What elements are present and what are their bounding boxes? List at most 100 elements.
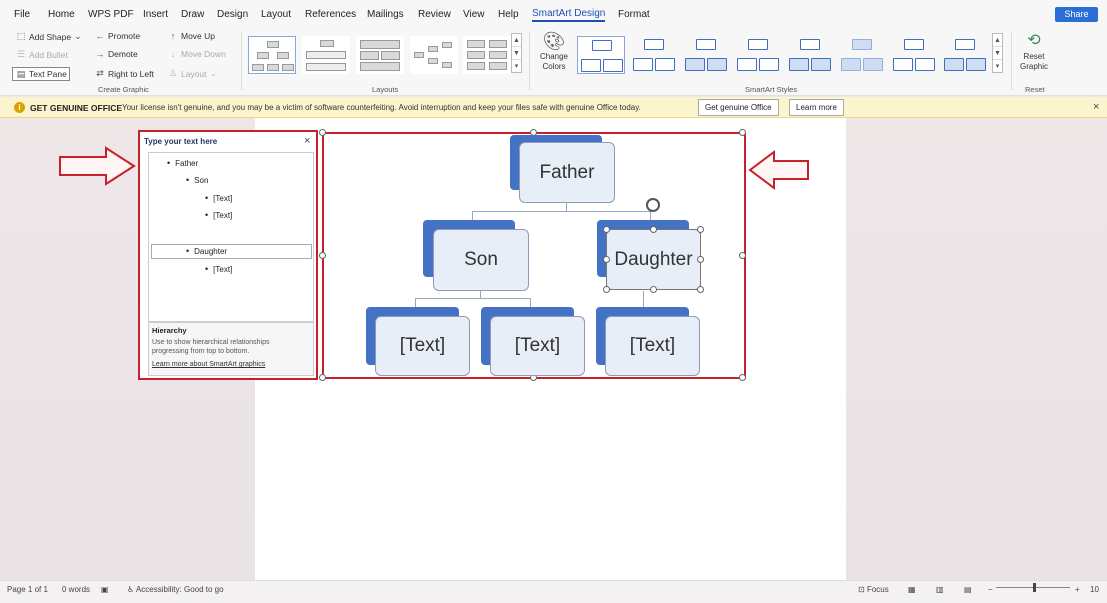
close-icon[interactable]: × <box>304 135 310 147</box>
menu-insert[interactable]: Insert <box>143 9 168 20</box>
layout-thumb-table-hierarchy[interactable] <box>356 36 404 74</box>
learn-more-smartart-link[interactable]: Learn more about SmartArt graphics <box>152 361 265 368</box>
resize-handle[interactable] <box>319 252 326 259</box>
chevron-up-icon: ▲ <box>512 34 521 47</box>
resize-handle[interactable] <box>739 129 746 136</box>
list-item[interactable]: [Text] <box>205 210 232 220</box>
resize-handle[interactable] <box>739 252 746 259</box>
layout-thumb-labeled-hierarchy[interactable] <box>302 36 350 74</box>
style-thumb-6[interactable] <box>838 36 886 74</box>
resize-handle[interactable] <box>603 286 610 293</box>
child-node[interactable]: [Text] <box>375 316 470 376</box>
text-pane: Type your text here × Father Son [Text] … <box>138 130 318 380</box>
page-count[interactable]: Page 1 of 1 <box>7 585 48 594</box>
resize-handle[interactable] <box>739 374 746 381</box>
child-node[interactable]: [Text] <box>605 316 700 376</box>
menu-design[interactable]: Design <box>217 9 248 20</box>
menu-smartart-design[interactable]: SmartArt Design <box>532 8 606 22</box>
accessibility-status[interactable]: ♿︎ Accessibility: Good to go <box>127 585 224 594</box>
menu-wps-pdf[interactable]: WPS PDF <box>88 9 134 20</box>
reset-graphic-button[interactable]: ⟲ Reset Graphic <box>1015 30 1053 80</box>
resize-handle[interactable] <box>697 256 704 263</box>
list-item[interactable]: Daughter <box>186 246 227 256</box>
layout-thumb-hierarchy-list[interactable] <box>463 36 511 74</box>
print-layout-icon[interactable]: ▥ <box>936 585 944 594</box>
layout-thumb-hierarchy[interactable] <box>248 36 296 74</box>
right-to-left-label: Right to Left <box>108 68 154 79</box>
menu-help[interactable]: Help <box>498 9 519 20</box>
selected-list-row[interactable] <box>151 244 312 259</box>
text-pane-button[interactable]: ▤ Text Pane <box>12 67 70 81</box>
demote-button[interactable]: → Demote <box>95 49 138 59</box>
layout-thumb-horizontal-hierarchy[interactable] <box>410 36 458 74</box>
style-thumb-4[interactable] <box>734 36 782 74</box>
resize-handle[interactable] <box>650 226 657 233</box>
menu-mailings[interactable]: Mailings <box>367 9 404 20</box>
menu-references[interactable]: References <box>305 9 356 20</box>
move-up-button[interactable]: ↑ Move Up <box>168 31 215 41</box>
accessibility-icon: ♿︎ <box>127 585 136 594</box>
menu-file[interactable]: File <box>14 9 30 20</box>
change-colors-button[interactable]: 🎨︎ Change Colors <box>537 30 571 80</box>
styles-gallery-scroll[interactable]: ▲ ▼ ▾ <box>992 33 1003 73</box>
zoom-out-icon[interactable]: − <box>988 585 993 594</box>
focus-button[interactable]: ⊡ Focus <box>858 585 889 594</box>
list-item[interactable]: [Text] <box>205 193 232 203</box>
get-genuine-office-button[interactable]: Get genuine Office <box>698 99 779 116</box>
move-down-label: Move Down <box>181 49 226 59</box>
palette-icon: 🎨︎ <box>542 31 566 51</box>
text-pane-list[interactable]: Father Son [Text] [Text] Daughter [Text] <box>148 152 314 322</box>
menu-layout[interactable]: Layout <box>261 9 291 20</box>
word-count[interactable]: 0 words <box>62 585 90 594</box>
layout-button[interactable]: ♙ Layout ⌄ <box>168 68 218 79</box>
resize-handle[interactable] <box>697 286 704 293</box>
style-thumb-8[interactable] <box>941 36 989 74</box>
promote-button[interactable]: ← Promote <box>95 31 141 41</box>
resize-handle[interactable] <box>319 129 326 136</box>
layouts-gallery-scroll[interactable]: ▲ ▼ ▾ <box>511 33 522 73</box>
list-item[interactable]: Son <box>186 175 208 185</box>
add-shape-button[interactable]: ⬚ Add Shape ⌄ <box>16 31 82 42</box>
father-node[interactable]: Father <box>519 142 615 203</box>
move-down-button[interactable]: ↓ Move Down <box>168 49 226 59</box>
web-layout-icon[interactable]: ▤ <box>964 585 972 594</box>
add-shape-icon: ⬚ <box>16 31 26 41</box>
read-mode-icon[interactable]: ▦ <box>908 585 916 594</box>
style-thumb-3[interactable] <box>682 36 730 74</box>
zoom-in-icon[interactable]: + <box>1075 585 1080 594</box>
rotate-handle-icon[interactable] <box>646 198 660 212</box>
style-thumb-2[interactable] <box>630 36 678 74</box>
proofing-icon[interactable]: ▣ <box>101 585 109 594</box>
learn-more-button[interactable]: Learn more <box>789 99 844 116</box>
resize-handle[interactable] <box>697 226 704 233</box>
right-to-left-button[interactable]: ⇄ Right to Left <box>95 68 154 79</box>
menu-review[interactable]: Review <box>418 9 451 20</box>
resize-handle[interactable] <box>603 226 610 233</box>
layout-label: Layout <box>181 68 207 79</box>
resize-handle[interactable] <box>603 256 610 263</box>
menu-view[interactable]: View <box>463 9 485 20</box>
add-bullet-label: Add Bullet <box>29 49 68 60</box>
menu-draw[interactable]: Draw <box>181 9 204 20</box>
accessibility-label: Accessibility: Good to go <box>135 585 224 594</box>
style-thumb-1[interactable] <box>577 36 625 74</box>
share-button[interactable]: Share <box>1055 7 1098 22</box>
son-node[interactable]: Son <box>433 229 529 291</box>
child-node[interactable]: [Text] <box>490 316 585 376</box>
close-icon[interactable]: × <box>1093 101 1099 113</box>
style-thumb-5[interactable] <box>786 36 834 74</box>
share-label: Share <box>1064 9 1089 19</box>
arrow-down-icon: ↓ <box>170 49 176 59</box>
resize-handle[interactable] <box>650 286 657 293</box>
add-bullet-icon: ☰ <box>16 49 26 59</box>
zoom-level[interactable]: 10 <box>1090 585 1099 594</box>
list-item[interactable]: Father <box>167 158 198 168</box>
style-thumb-7[interactable] <box>890 36 938 74</box>
list-item[interactable]: [Text] <box>205 264 232 274</box>
menu-format[interactable]: Format <box>618 9 650 20</box>
chevron-down-icon: ⌄ <box>74 31 82 41</box>
zoom-slider-thumb[interactable] <box>1033 583 1036 592</box>
resize-handle[interactable] <box>319 374 326 381</box>
menu-home[interactable]: Home <box>48 9 75 20</box>
add-bullet-button[interactable]: ☰ Add Bullet <box>16 49 68 60</box>
